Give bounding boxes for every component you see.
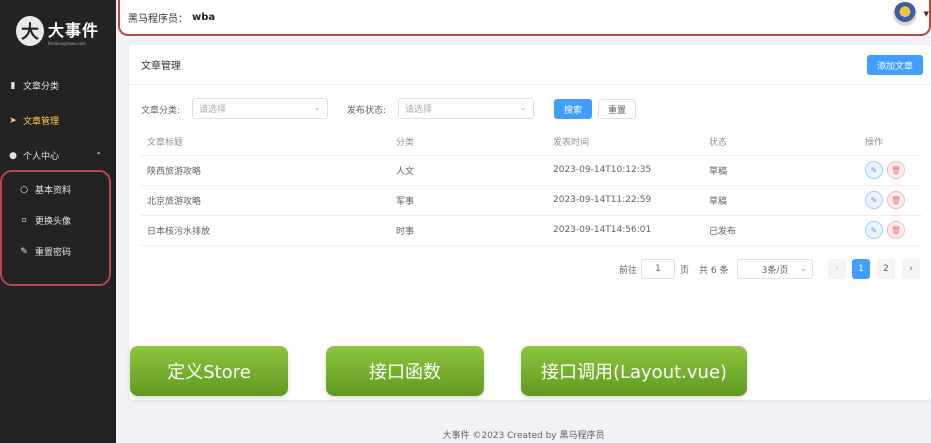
pagination-goto-input[interactable]: 1 [641,259,675,279]
add-article-button[interactable]: 添加文章 [867,55,923,75]
chevron-down-icon: ⌄ [799,264,807,274]
category-select[interactable]: 请选择 ⌄ [192,98,328,119]
cell-actions: ✎ 🗑 [859,215,922,246]
column-header-category: 分类 [390,129,547,156]
edit-icon[interactable]: ✎ [865,221,883,239]
cell-title: 北京旅游攻略 [141,185,390,216]
sidebar: 大 大事件 Breakingnews.com ▮ 文章分类 ➤ 文章管理 ● 个… [0,0,116,443]
cell-category: 时事 [390,215,547,246]
crop-icon: ⌗ [21,215,27,226]
category-filter-label: 文章分类: [141,106,181,116]
page-size-value: 3条/页 [761,265,789,276]
footer: 大事件 ©2023 Created by 黑马程序员 [442,431,605,441]
page-2-button[interactable]: 2 [877,259,895,279]
cell-time: 2023-09-14T10:12:35 [547,155,703,186]
user-outline-icon: ○ [20,184,28,195]
edit-icon[interactable]: ✎ [865,191,883,209]
cell-actions: ✎ 🗑 [859,155,922,186]
next-page-button[interactable]: › [902,259,920,279]
sidebar-item-label: 文章分类 [23,82,60,92]
cell-category: 军事 [390,185,547,216]
user-icon: ● [9,150,17,161]
pagination: 前往 1 页 共 6 条 3条/页 ⌄ ‹ 1 2 › [619,259,924,279]
column-header-status: 状态 [703,129,859,156]
sidebar-item-label: 文章管理 [23,117,60,127]
search-button[interactable]: 搜索 [554,99,592,119]
submenu-item-label: 更换头像 [35,217,72,227]
category-select-placeholder: 请选择 [199,105,227,115]
prev-page-button[interactable]: ‹ [828,259,846,279]
sidebar-item-personal-center[interactable]: ● 个人中心 ⌃ [0,138,116,173]
cell-time: 2023-09-14T11:22:59 [547,185,703,216]
cell-status: 草稿 [703,185,859,216]
cell-category: 人文 [390,155,547,186]
cell-time: 2023-09-14T14:56:01 [547,215,703,246]
article-table: 文章标题 分类 发表时间 状态 操作 陕西旅游攻略 人文 2023-09-14T… [141,129,922,246]
pagination-total: 共 6 条 [699,265,729,276]
filter-form: 文章分类: 请选择 ⌄ 发布状态: 请选择 ⌄ 搜索 重置 [141,98,921,120]
delete-icon[interactable]: 🗑 [887,191,905,209]
submenu-item-label: 基本资料 [35,186,72,196]
logo-mark: 大 [16,16,44,46]
cell-status: 已发布 [703,215,859,246]
submenu-item-avatar[interactable]: ⌗ 更换头像 [2,205,109,236]
page-size-select[interactable]: 3条/页 ⌄ [737,259,813,279]
api-call-layout-button[interactable]: 接口调用(Layout.vue) [521,346,747,396]
top-header: 黑马程序员： wba ▼ [118,0,931,36]
sidebar-item-label: 个人中心 [23,152,60,162]
sidebar-item-article-category[interactable]: ▮ 文章分类 [0,68,116,103]
edit-icon[interactable]: ✎ [865,161,883,179]
avatar[interactable] [893,2,917,26]
cell-status: 草稿 [703,155,859,186]
delete-icon[interactable]: 🗑 [887,221,905,239]
status-select-placeholder: 请选择 [405,105,433,115]
personal-submenu: ○ 基本资料 ⌗ 更换头像 ✎ 重置密码 [0,170,111,286]
cell-actions: ✎ 🗑 [859,185,922,216]
column-header-actions: 操作 [859,129,922,156]
folder-icon: ▮ [10,80,16,91]
submenu-item-profile[interactable]: ○ 基本资料 [2,174,109,205]
page-1-button[interactable]: 1 [852,259,870,279]
sidebar-item-article-manage[interactable]: ➤ 文章管理 [0,103,116,138]
column-header-title: 文章标题 [141,129,390,156]
delete-icon[interactable]: 🗑 [887,161,905,179]
caret-down-icon[interactable]: ▼ [924,10,929,18]
header-label: 黑马程序员： [128,13,188,25]
pagination-goto-suffix: 页 [680,265,690,276]
chevron-up-icon: ⌃ [95,151,102,160]
api-function-button[interactable]: 接口函数 [326,346,484,396]
header-username: wba [192,11,216,23]
chevron-down-icon: ⌄ [313,103,321,113]
logo-title: 大事件 [48,20,100,40]
reset-button[interactable]: 重置 [598,99,636,119]
edit-pen-icon: ✎ [20,246,28,257]
send-icon: ➤ [9,115,17,126]
table-row: 北京旅游攻略 军事 2023-09-14T11:22:59 草稿 ✎ 🗑 [141,185,922,216]
logo: 大 大事件 Breakingnews.com [0,0,116,62]
table-row: 陕西旅游攻略 人文 2023-09-14T10:12:35 草稿 ✎ 🗑 [141,155,922,186]
column-header-time: 发表时间 [547,129,703,156]
logo-subtitle: Breakingnews.com [48,40,86,46]
table-row: 日本核污水排放 时事 2023-09-14T14:56:01 已发布 ✎ 🗑 [141,215,922,246]
status-filter-label: 发布状态: [347,106,387,116]
page-title: 文章管理 [141,61,181,72]
chevron-down-icon: ⌄ [519,103,527,113]
define-store-button[interactable]: 定义Store [130,346,288,396]
cell-title: 日本核污水排放 [141,215,390,246]
status-select[interactable]: 请选择 ⌄ [398,98,534,119]
submenu-item-password[interactable]: ✎ 重置密码 [2,236,109,267]
pagination-goto-prefix: 前往 [619,265,638,276]
cell-title: 陕西旅游攻略 [141,155,390,186]
submenu-item-label: 重置密码 [35,248,72,258]
